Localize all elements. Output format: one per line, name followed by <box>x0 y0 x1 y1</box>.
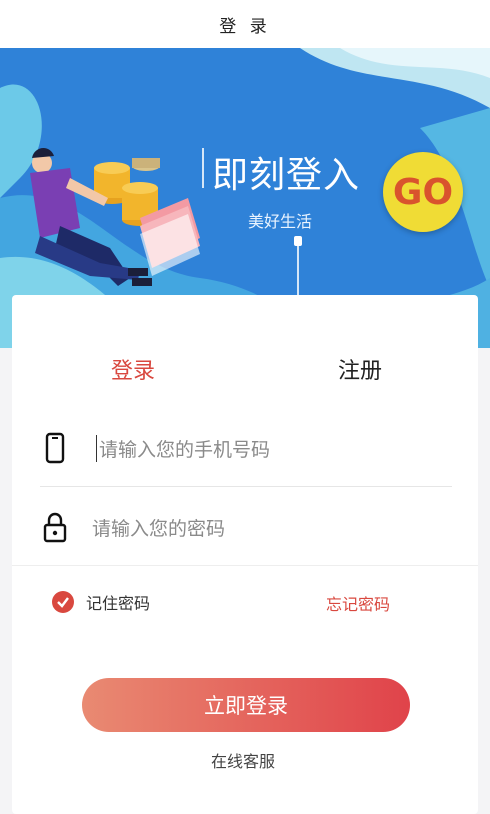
auth-tabs: 登录 注册 <box>12 295 478 395</box>
login-submit-button[interactable]: 立即登录 <box>82 678 410 732</box>
login-card: 登录 注册 请输入您的手机号码 请输入您的密码 记住密码 忘记密码 立即登录 在… <box>12 295 478 814</box>
tab-login[interactable]: 登录 <box>111 353 155 385</box>
password-input[interactable]: 请输入您的密码 <box>92 514 452 541</box>
password-field[interactable]: 请输入您的密码 <box>40 489 452 565</box>
phone-icon <box>40 428 70 468</box>
remember-label: 记住密码 <box>86 594 151 613</box>
tab-register[interactable]: 注册 <box>338 353 382 385</box>
online-service-link[interactable]: 在线客服 <box>211 748 275 772</box>
top-bar: 登 录 <box>0 0 490 48</box>
check-icon[interactable] <box>52 591 74 613</box>
page-title: 登 录 <box>219 16 271 37</box>
phone-input[interactable]: 请输入您的手机号码 <box>96 434 452 462</box>
remember-password-toggle[interactable]: 记住密码 <box>52 590 150 614</box>
login-submit-label: 立即登录 <box>204 694 288 718</box>
lock-icon <box>40 507 70 547</box>
banner-subtitle: 美好生活 <box>248 212 313 231</box>
divider <box>12 565 478 566</box>
phone-field[interactable]: 请输入您的手机号码 <box>40 410 452 487</box>
forgot-password-link[interactable]: 忘记密码 <box>326 591 390 615</box>
go-button[interactable]: GO <box>383 152 463 232</box>
banner-headline: 即刻登入 <box>212 155 361 196</box>
